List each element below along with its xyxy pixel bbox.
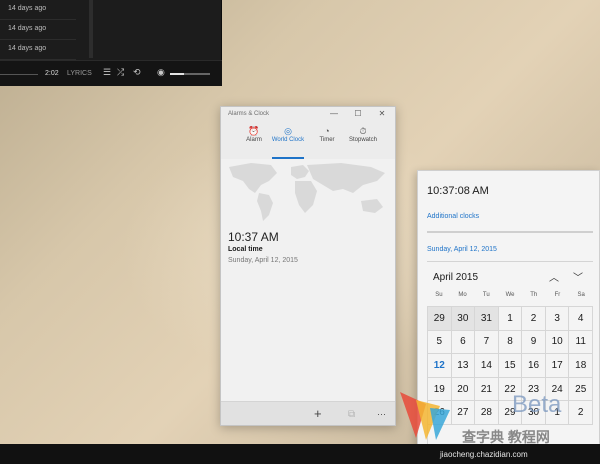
track-date: 14 days ago <box>8 5 47 12</box>
location-label: Local time <box>228 246 263 253</box>
calendar-day[interactable]: 4 <box>569 307 593 331</box>
watermark-logo <box>400 392 450 440</box>
window-title: Alarms & Clock <box>228 111 270 117</box>
calendar-day[interactable]: 9 <box>522 330 546 355</box>
timer-icon: ◔ <box>324 126 330 136</box>
calendar-day[interactable]: 20 <box>451 377 476 402</box>
volume-slider[interactable] <box>170 73 210 75</box>
flyout-date-link[interactable]: Sunday, April 12, 2015 <box>427 246 497 253</box>
world-clock-date: Sunday, April 12, 2015 <box>228 257 298 264</box>
calendar-day[interactable]: 14 <box>475 354 499 378</box>
repeat-icon[interactable]: ⟲ <box>133 67 141 78</box>
track-date: 14 days ago <box>8 25 47 32</box>
calendar-day[interactable]: 16 <box>522 354 546 378</box>
calendar-day[interactable]: 31 <box>475 307 499 331</box>
close-icon[interactable]: ✕ <box>376 109 388 118</box>
playback-controls: 2:02 LYRICS ☰ ⤮ ⟲ ◉ <box>0 60 222 86</box>
track-row[interactable]: 14 days ago <box>0 40 76 60</box>
add-icon[interactable]: + <box>314 406 322 421</box>
app-bar: + ⧉ ··· <box>221 401 395 425</box>
chevron-down-icon[interactable]: ﹀ <box>573 269 583 284</box>
flyout-time: 10:37:08 AM <box>427 185 489 197</box>
scrollbar[interactable] <box>89 0 93 58</box>
tab-label: Timer <box>319 137 335 143</box>
track-date: 14 days ago <box>8 45 47 52</box>
calendar-day[interactable]: 15 <box>498 354 523 378</box>
calendar-day[interactable]: 10 <box>545 330 570 355</box>
track-row[interactable]: 14 days ago <box>0 20 76 40</box>
divider <box>427 261 593 262</box>
weekday-header: Su Mo Tu We Th Fr Sa <box>427 292 593 302</box>
calendar-day[interactable]: 28 <box>475 401 499 425</box>
calendar-month-label[interactable]: April 2015 <box>433 272 478 283</box>
music-player: 14 days ago 14 days ago 14 days ago 2:02… <box>0 0 222 86</box>
divider <box>427 231 593 233</box>
calendar-day[interactable]: 27 <box>451 401 476 425</box>
calendar-day[interactable]: 18 <box>569 354 593 378</box>
minimize-icon[interactable]: — <box>328 109 340 118</box>
continents <box>229 163 385 221</box>
weekday-label: Sa <box>577 292 585 298</box>
calendar-day[interactable]: 30 <box>451 307 476 331</box>
globe-icon: ◎ <box>284 126 292 136</box>
weekday-label: We <box>505 292 515 298</box>
volume-icon[interactable]: ◉ <box>157 67 165 78</box>
calendar-day[interactable]: 13 <box>451 354 476 378</box>
calendar-day[interactable]: 25 <box>569 377 593 402</box>
list-icon[interactable]: ☰ <box>103 67 111 78</box>
weekday-label: Fr <box>554 292 561 298</box>
track-row[interactable]: 14 days ago <box>0 0 76 20</box>
seek-bar[interactable] <box>0 74 38 75</box>
tab-timer[interactable]: ◔ Timer <box>307 125 347 143</box>
calendar-day[interactable]: 7 <box>475 330 499 355</box>
alarms-clock-window: Alarms & Clock — ☐ ✕ ⏰ Alarm ◎ World Clo… <box>220 106 396 426</box>
tab-label: Alarm <box>246 137 262 143</box>
tab-label: World Clock <box>271 137 305 143</box>
additional-clocks-link[interactable]: Additional clocks <box>427 213 479 220</box>
chevron-up-icon[interactable]: ︿ <box>549 269 559 284</box>
more-icon[interactable]: ··· <box>377 409 386 419</box>
tab-label: Stopwatch <box>348 137 378 143</box>
elapsed-time: 2:02 <box>45 70 59 77</box>
volume-level <box>170 73 184 75</box>
weekday-label: Tu <box>482 292 490 298</box>
calendar-day[interactable]: 12 <box>428 354 452 378</box>
weekday-label: Su <box>435 292 443 298</box>
world-clock-time: 10:37 AM <box>228 230 279 244</box>
lyrics-button[interactable]: LYRICS <box>67 70 92 77</box>
calendar-day[interactable]: 1 <box>498 307 523 331</box>
title-bar[interactable]: Alarms & Clock — ☐ ✕ <box>221 107 395 123</box>
calendar-day[interactable]: 3 <box>545 307 570 331</box>
world-map <box>229 163 385 221</box>
stopwatch-icon: ⏱ <box>359 126 367 136</box>
calendar-day[interactable]: 8 <box>498 330 523 355</box>
maximize-icon[interactable]: ☐ <box>352 109 364 118</box>
compare-icon[interactable]: ⧉ <box>348 409 355 420</box>
calendar-day[interactable]: 11 <box>569 330 593 355</box>
watermark-brand: Beta <box>512 391 562 418</box>
shuffle-icon[interactable]: ⤮ <box>117 67 124 78</box>
tab-bar: ⏰ Alarm ◎ World Clock ◔ Timer ⏱ Stopwatc… <box>221 123 395 159</box>
calendar-day[interactable]: 2 <box>569 401 593 425</box>
tab-stopwatch[interactable]: ⏱ Stopwatch <box>343 125 383 143</box>
calendar-day[interactable]: 17 <box>545 354 570 378</box>
calendar-day[interactable]: 29 <box>428 307 452 331</box>
watermark-url: jiaocheng.chazidian.com <box>440 450 528 459</box>
tab-world-clock[interactable]: ◎ World Clock <box>268 125 308 143</box>
calendar-day[interactable]: 5 <box>428 330 452 355</box>
calendar-day[interactable]: 6 <box>451 330 476 355</box>
weekday-label: Mo <box>458 292 467 298</box>
weekday-label: Th <box>530 292 538 298</box>
calendar-day[interactable]: 21 <box>475 377 499 402</box>
calendar-day[interactable]: 2 <box>522 307 546 331</box>
